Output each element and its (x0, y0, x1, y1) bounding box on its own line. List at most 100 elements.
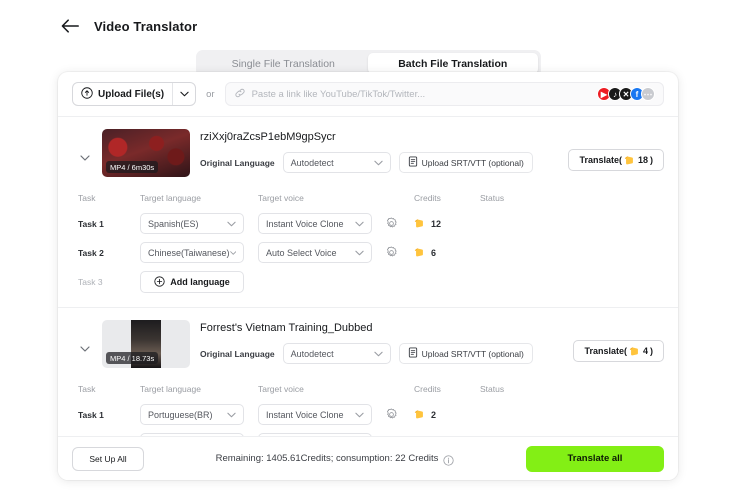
credits-summary: Remaining: 1405.61Credits; consumption: … (156, 453, 514, 466)
paste-link-input[interactable]: Paste a link like YouTube/TikTok/Twitter… (224, 82, 664, 106)
task-row: Task 2 Chinese(Taiwanese) Auto Select Vo… (78, 238, 664, 267)
tab-batch-file-translation[interactable]: Batch File Translation (368, 53, 538, 74)
document-icon (408, 347, 418, 360)
task-credits-cell: 2 (414, 409, 480, 420)
task-credits-value: 2 (431, 409, 437, 420)
task-row: Task 1 Portuguese(BR) Instant Voice Clon… (78, 400, 664, 429)
back-arrow-icon[interactable] (60, 16, 80, 36)
upload-srt-label: Upload SRT/VTT (optional) (421, 157, 524, 168)
task-language-cell: Chinese(Taiwanese) (140, 242, 258, 263)
upload-dropdown-toggle[interactable] (173, 83, 195, 105)
file-meta: rziXxj0raZcsP1ebM9gpSycr Original Langua… (200, 129, 558, 173)
task-language-cell: Spanish(ES) (140, 213, 258, 234)
paste-link-placeholder: Paste a link like YouTube/TikTok/Twitter… (251, 88, 426, 100)
task-settings-cell (384, 246, 414, 260)
task-index: Task 1 (78, 218, 104, 229)
info-icon[interactable] (443, 453, 455, 466)
target-language-value: Portuguese(BR) (148, 409, 213, 420)
video-format-badge: MP4 / 6m30s (106, 161, 159, 173)
task-table-header: Task Target language Target voice Credit… (78, 189, 664, 209)
task-credits-value: 6 (431, 247, 437, 258)
upload-srt-button[interactable]: Upload SRT/VTT (optional) (398, 152, 533, 173)
translate-file-credits: 18 (637, 155, 648, 165)
gear-icon[interactable] (384, 246, 398, 260)
target-voice-value: Instant Voice Clone (266, 218, 344, 229)
supported-platforms: ▶ ♪ ✕ f ⋯ (597, 87, 655, 101)
coin-icon (414, 248, 423, 257)
col-task: Task (78, 193, 96, 203)
target-language-value: Spanish(ES) (148, 218, 199, 229)
target-language-select[interactable]: Spanish(ES) (140, 213, 244, 234)
col-credits: Credits (414, 193, 441, 203)
task-index: Task 2 (78, 247, 104, 258)
file-name: rziXxj0raZcsP1ebM9gpSycr (200, 131, 336, 143)
target-voice-select[interactable]: Instant Voice Clone (258, 213, 372, 234)
file-list: MP4 / 6m30s rziXxj0raZcsP1ebM9gpSycr Ori… (58, 117, 678, 436)
upload-files-label: Upload File(s) (98, 88, 165, 100)
target-voice-select[interactable]: Instant Voice Clone (258, 433, 372, 436)
task-language-cell: Portuguese(BR) (140, 404, 258, 425)
coin-icon (414, 410, 423, 419)
gear-icon[interactable] (384, 408, 398, 422)
file-header: MP4 / 18.73s Forrest's Vietnam Training_… (58, 308, 678, 380)
tab-single-file-translation[interactable]: Single File Translation (199, 53, 369, 74)
upload-srt-button[interactable]: Upload SRT/VTT (optional) (398, 343, 533, 364)
translate-file-credits: 4 (642, 346, 648, 356)
cloud-upload-icon (81, 86, 93, 102)
task-index: Task 1 (78, 409, 104, 420)
target-voice-select[interactable]: Auto Select Voice (258, 242, 372, 263)
translate-file-button[interactable]: Translate( 18 ) (568, 149, 664, 171)
add-language-button[interactable]: Add language (140, 271, 244, 293)
task-table: Task Target language Target voice Credit… (58, 380, 678, 436)
task-credits-cell: 6 (414, 247, 480, 258)
translate-file-button[interactable]: Translate( 4 ) (573, 340, 664, 362)
plus-circle-icon (154, 275, 165, 289)
target-language-select[interactable]: Chinese(Taiwanese) (140, 242, 244, 263)
task-settings-cell (384, 408, 414, 422)
task-row: Task 1 Spanish(ES) Instant Voice Clone 1… (78, 209, 664, 238)
target-language-value: Chinese(Taiwanese) (148, 247, 230, 258)
task-credits-value: 12 (431, 218, 442, 229)
col-status: Status (480, 384, 505, 394)
target-voice-value: Auto Select Voice (266, 247, 337, 258)
gear-icon[interactable] (384, 217, 398, 231)
file-block: MP4 / 6m30s rziXxj0raZcsP1ebM9gpSycr Ori… (58, 117, 678, 307)
translate-file-suffix: ) (650, 155, 653, 165)
original-language-select[interactable]: Autodetect (282, 343, 391, 364)
col-target-voice: Target voice (258, 193, 304, 203)
translate-all-button[interactable]: Translate all (526, 445, 664, 472)
coin-icon (624, 155, 633, 164)
upload-files-button[interactable]: Upload File(s) (72, 82, 197, 106)
task-table: Task Target language Target voice Credit… (58, 189, 678, 307)
set-up-all-button[interactable]: Set Up All (72, 446, 144, 471)
upload-bar: Upload File(s) or Paste a link like YouT… (58, 72, 678, 116)
more-platforms-icon[interactable]: ⋯ (641, 87, 655, 101)
original-language-value: Autodetect (290, 348, 334, 359)
file-collapse-toggle[interactable] (78, 342, 92, 356)
add-language-label: Add language (170, 277, 230, 287)
file-collapse-toggle[interactable] (78, 151, 92, 165)
task-settings-cell (384, 217, 414, 231)
col-target-voice: Target voice (258, 384, 304, 394)
page-title: Video Translator (94, 18, 198, 34)
target-voice-select[interactable]: Instant Voice Clone (258, 404, 372, 425)
file-name: Forrest's Vietnam Training_Dubbed (200, 322, 373, 334)
task-credits-cell: 12 (414, 218, 480, 229)
card-footer: Set Up All Remaining: 1405.61Credits; co… (58, 436, 678, 480)
translate-file-label: Translate( (584, 346, 627, 356)
coin-icon (414, 219, 423, 228)
task-language-cell: French(FR) (140, 433, 258, 436)
page-header: Video Translator (0, 0, 736, 36)
video-thumbnail[interactable]: MP4 / 18.73s (102, 320, 190, 368)
original-language-select[interactable]: Autodetect (282, 152, 391, 173)
target-language-select[interactable]: French(FR) (140, 433, 244, 436)
target-voice-value: Instant Voice Clone (266, 409, 344, 420)
credits-summary-text: Remaining: 1405.61Credits; consumption: … (215, 453, 439, 464)
video-format-badge: MP4 / 18.73s (106, 352, 159, 364)
original-language-label: Original Language (200, 157, 275, 168)
target-language-select[interactable]: Portuguese(BR) (140, 404, 244, 425)
col-target-language: Target language (140, 193, 201, 203)
video-thumbnail[interactable]: MP4 / 6m30s (102, 129, 190, 177)
task-index: Task 3 (78, 277, 103, 287)
col-status: Status (480, 193, 505, 203)
